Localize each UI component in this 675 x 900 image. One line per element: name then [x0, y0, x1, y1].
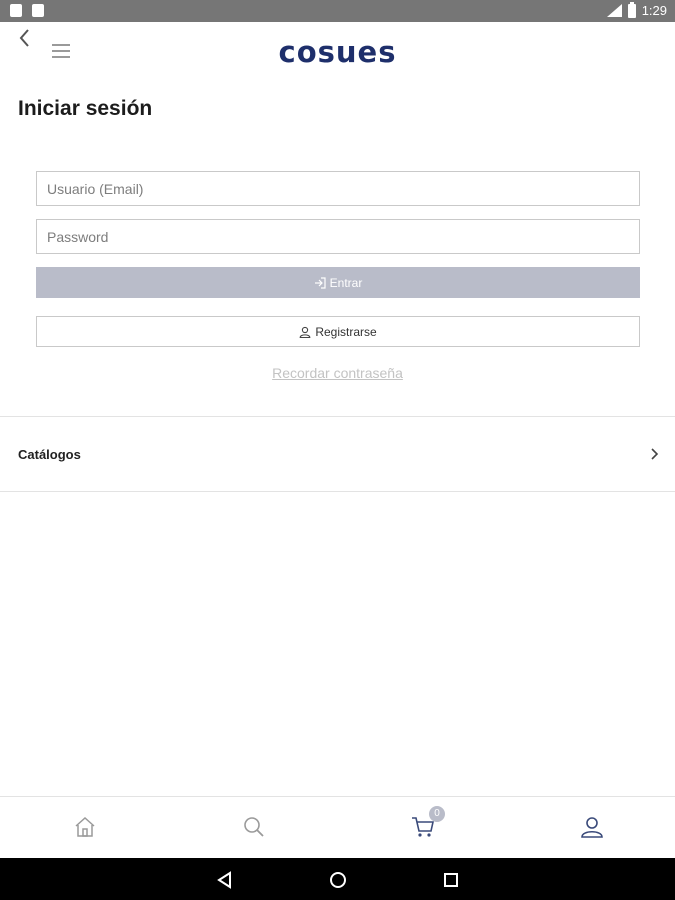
sign-in-icon: [314, 276, 326, 289]
enter-button-label: Entrar: [329, 275, 363, 290]
status-notifications: [10, 4, 44, 17]
status-right: 1:29: [606, 1, 667, 18]
chevron-right-icon: [651, 448, 659, 460]
catalog-row[interactable]: Catálogos: [0, 417, 675, 491]
user-icon[interactable]: [580, 815, 604, 839]
home-icon[interactable]: [73, 815, 97, 839]
app-header: cosues: [0, 22, 675, 82]
home-circle-icon[interactable]: [328, 870, 348, 890]
page-title: Iniciar sesión: [18, 97, 153, 120]
recents-square-icon[interactable]: [441, 870, 461, 890]
search-icon[interactable]: [242, 815, 266, 839]
cart-badge: 0: [429, 806, 445, 822]
system-nav-bar: [0, 858, 675, 900]
back-triangle-icon[interactable]: [215, 870, 235, 890]
forgot-password-link[interactable]: Recordar contraseña: [0, 365, 675, 381]
status-time: 1:29: [641, 3, 667, 18]
signal-icon: [606, 4, 622, 17]
notification-icon: [32, 4, 44, 17]
password-field[interactable]: [36, 219, 640, 254]
user-icon: [299, 326, 311, 338]
divider: [0, 491, 675, 492]
brand-logo[interactable]: cosues: [0, 35, 675, 69]
email-field[interactable]: [36, 171, 640, 206]
battery-icon: [627, 1, 636, 18]
register-button[interactable]: Registrarse: [36, 316, 640, 347]
catalog-label: Catálogos: [18, 447, 81, 462]
status-bar: 1:29: [0, 0, 675, 22]
register-button-label: Registrarse: [315, 324, 377, 339]
notification-icon: [10, 4, 22, 17]
bottom-nav: 0: [0, 796, 675, 858]
enter-button[interactable]: Entrar: [36, 267, 640, 298]
cart-button[interactable]: 0: [411, 806, 445, 839]
